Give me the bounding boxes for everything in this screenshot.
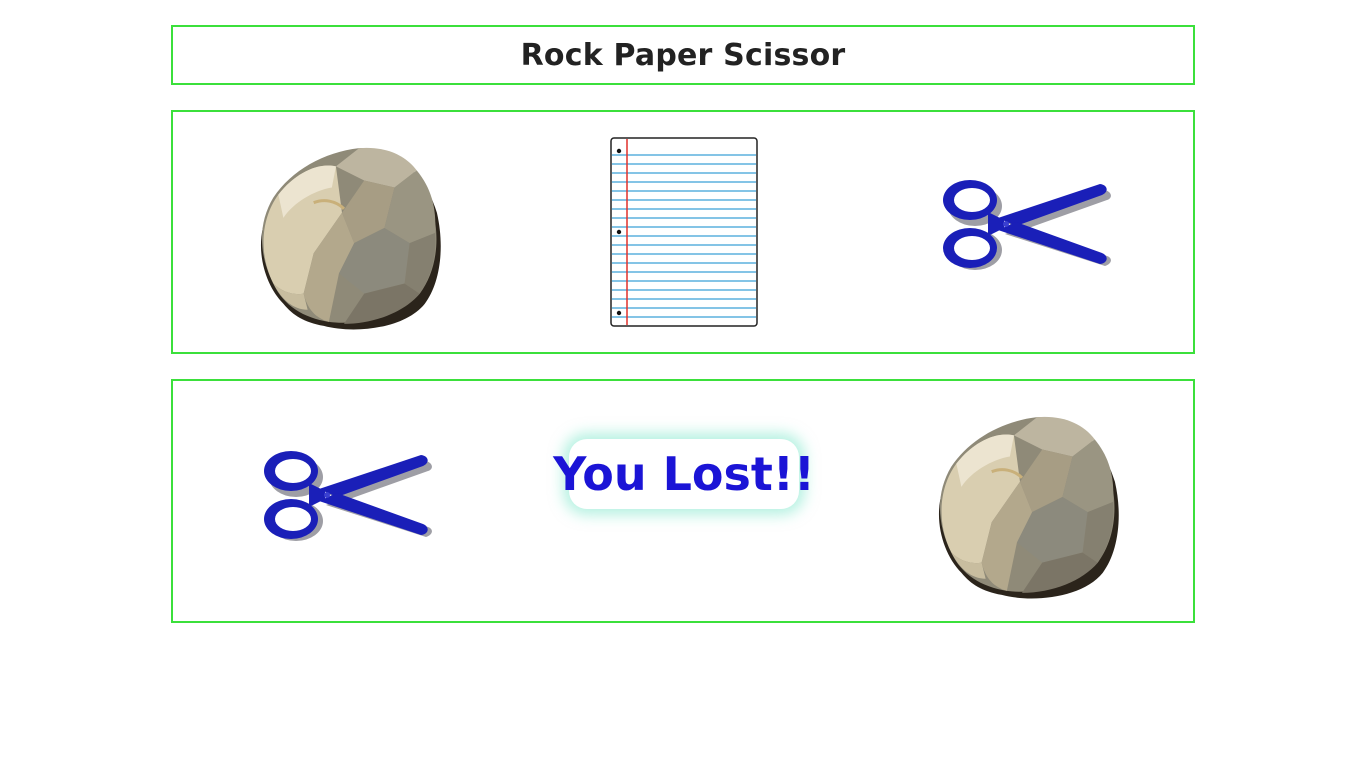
paper-icon — [610, 137, 760, 329]
rock-icon — [919, 401, 1125, 603]
scissors-icon — [263, 445, 433, 545]
page-title: Rock Paper Scissor — [520, 37, 846, 73]
rock-choice-button[interactable] — [241, 132, 447, 334]
rock-icon — [241, 132, 447, 334]
scissor-choice-button[interactable] — [942, 174, 1112, 274]
player-choice — [263, 445, 433, 545]
paper-choice-button[interactable] — [610, 137, 760, 329]
computer-choice — [919, 401, 1125, 603]
scissors-icon — [942, 174, 1112, 274]
title-panel: Rock Paper Scissor — [171, 25, 1195, 85]
result-message-box: You Lost!! — [553, 439, 815, 509]
result-panel: You Lost!! — [171, 379, 1195, 623]
result-message: You Lost!! — [553, 447, 815, 501]
choices-panel — [171, 110, 1195, 354]
game-page: Rock Paper Scissor You Lost!! — [0, 0, 1366, 767]
